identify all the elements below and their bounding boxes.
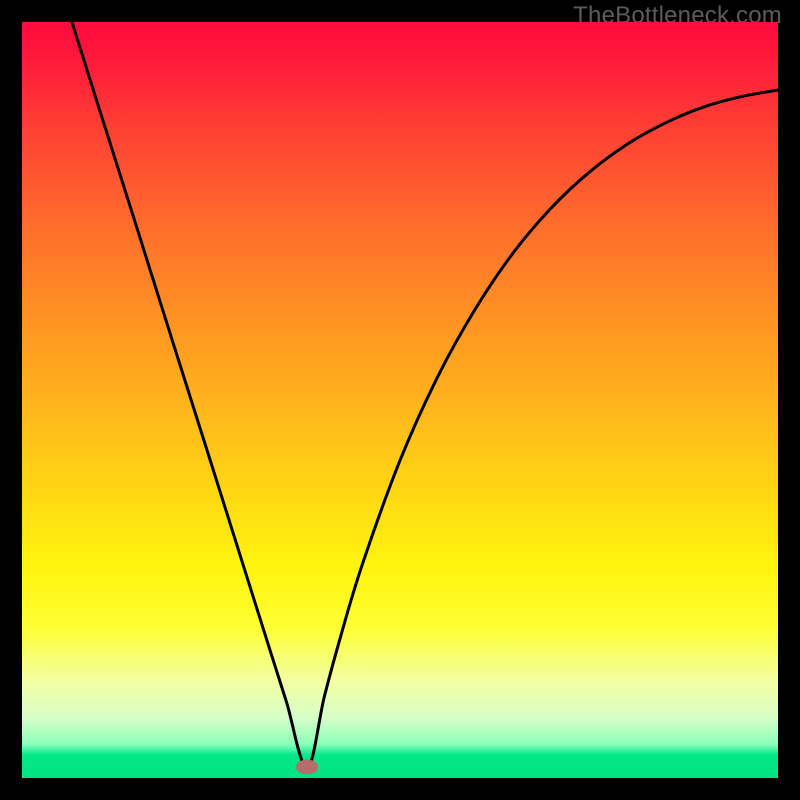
- optimum-marker: [296, 760, 318, 775]
- chart-frame: TheBottleneck.com: [0, 0, 800, 800]
- bottleneck-curve-path: [72, 22, 778, 767]
- curve-svg: [22, 22, 778, 778]
- plot-area: [22, 22, 778, 778]
